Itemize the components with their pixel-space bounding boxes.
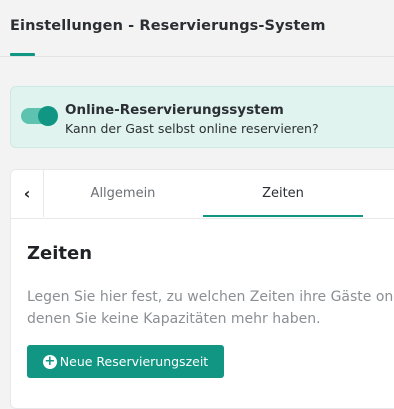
- description-line-1: Legen Sie hier fest, zu welchen Zeiten i…: [27, 289, 394, 305]
- description-line-2: denen Sie keine Kapazitäten mehr haben.: [27, 311, 321, 327]
- active-tab-indicator: [203, 215, 363, 217]
- section-description: Legen Sie hier fest, zu welchen Zeiten i…: [27, 286, 394, 330]
- online-reservation-toggle[interactable]: [21, 106, 58, 126]
- toggle-knob[interactable]: [38, 106, 58, 126]
- tab-allgemein[interactable]: Allgemein: [43, 170, 203, 217]
- chevron-left-icon[interactable]: ‹: [11, 170, 44, 217]
- toggle-subtitle: Kann der Gast selbst online reservieren?: [65, 121, 319, 136]
- tab-zeiten[interactable]: Zeiten: [203, 170, 363, 217]
- page-title: Einstellungen - Reservierungs-System: [10, 18, 326, 34]
- title-underline: [10, 53, 35, 56]
- add-button-label: Neue Reservierungszeit: [59, 354, 209, 369]
- page-header: Einstellungen - Reservierungs-System: [0, 0, 394, 57]
- plus-circle-icon: +: [42, 353, 57, 369]
- online-reservation-card: Online-Reservierungssystem Kann der Gast…: [10, 86, 394, 148]
- tab-bar: ‹ Allgemein Zeiten: [11, 170, 394, 219]
- add-reservation-time-button[interactable]: + Neue Reservierungszeit: [27, 345, 224, 378]
- section-title: Zeiten: [27, 243, 93, 264]
- settings-panel: ‹ Allgemein Zeiten Zeiten Legen Sie hier…: [10, 169, 394, 409]
- toggle-title: Online-Reservierungssystem: [65, 102, 284, 118]
